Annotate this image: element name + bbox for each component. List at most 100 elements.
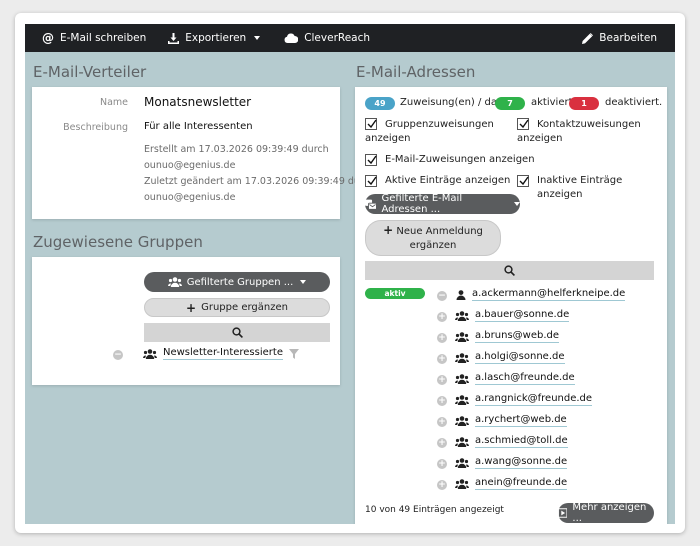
active-entries-checkbox[interactable] (365, 175, 377, 187)
group-assignments-label: Gruppenzuweisungen anzeigen (365, 118, 494, 146)
add-email-icon[interactable]: + (437, 459, 447, 469)
email-link[interactable]: anein@freunde.de (475, 477, 568, 490)
active-count-badge: 7 (495, 97, 525, 110)
users-icon (455, 310, 469, 321)
created-line-2: ounuo@egenius.de (144, 160, 236, 171)
list-item: a.schmied@toll.de (455, 435, 568, 448)
total-count-badge: 49 (365, 97, 395, 110)
email-assignments-checkbox[interactable] (365, 154, 377, 166)
users-icon (455, 331, 469, 342)
remove-group-icon[interactable]: − (113, 350, 123, 360)
filtered-addresses-label: Gefilterte E-Mail Adressen ... (381, 193, 463, 215)
new-signup-line-1-wrap: + Neue Anmeldung (383, 223, 483, 239)
add-email-icon[interactable]: + (437, 417, 447, 427)
contact-assignments-checkbox[interactable] (517, 118, 529, 130)
email-addresses-panel: 49 Zuweisung(en) / davon 7 aktiviert, 1 … (355, 87, 667, 524)
name-value: Monatsnewsletter (144, 95, 252, 109)
email-link[interactable]: a.schmied@toll.de (475, 435, 568, 448)
pagination-text: 10 von 49 Einträgen angezeigt (365, 505, 504, 515)
filtered-groups-button[interactable]: Gefilterte Gruppen ... (144, 272, 330, 292)
check-icon (519, 119, 529, 129)
add-group-button[interactable]: + Gruppe ergänzen (144, 298, 330, 317)
export-label: Exportieren (185, 32, 247, 44)
chevron-down-icon (300, 280, 307, 284)
edit-button[interactable]: Bearbeiten (582, 32, 657, 44)
cleverreach-label: CleverReach (304, 32, 371, 44)
active-entries-label: Aktive Einträge anzeigen (385, 175, 511, 186)
list-item: a.bauer@sonne.de (455, 309, 570, 322)
list-item: a.rychert@web.de (455, 414, 567, 427)
email-link[interactable]: a.holgi@sonne.de (475, 351, 565, 364)
group-assignments-line-1: Gruppenzuweisungen (385, 119, 494, 130)
list-item: a.holgi@sonne.de (455, 351, 565, 364)
users-icon (455, 352, 469, 363)
email-link[interactable]: a.rangnick@freunde.de (475, 393, 593, 406)
users-icon (143, 348, 157, 359)
add-email-icon[interactable]: + (437, 354, 447, 364)
list-item: a.ackermann@helferkneipe.de (456, 288, 626, 301)
play-icon (558, 508, 568, 518)
filtered-addresses-button[interactable]: Gefilterte E-Mail Adressen ... (365, 193, 520, 215)
add-group-label: Gruppe ergänzen (201, 302, 288, 313)
main-content: E-Mail-Verteiler E-Mail-Adressen Name Mo… (25, 52, 675, 524)
users-icon (455, 478, 469, 489)
check-icon (367, 155, 377, 165)
add-email-icon[interactable]: + (437, 396, 447, 406)
inactive-entries-checkbox[interactable] (517, 175, 529, 187)
cloud-icon (284, 33, 299, 43)
email-link[interactable]: a.wang@sonne.de (475, 456, 568, 469)
contact-assignments-line-2: anzeigen (517, 133, 563, 144)
inactive-count-badge: 1 (569, 97, 599, 110)
contact-assignments-line-1: Kontaktzuweisungen (537, 119, 641, 130)
plus-icon: + (186, 300, 197, 315)
email-link[interactable]: a.bruns@web.de (475, 330, 560, 343)
export-dropdown[interactable]: Exportieren (168, 32, 261, 44)
filtered-groups-label: Gefilterte Gruppen ... (186, 276, 294, 288)
add-email-icon[interactable]: + (437, 333, 447, 343)
new-signup-button[interactable]: + Neue Anmeldung ergänzen (365, 220, 501, 256)
pencil-icon (582, 32, 594, 44)
chevron-down-icon (514, 202, 520, 206)
addresses-search-button[interactable] (365, 261, 654, 280)
list-item: anein@freunde.de (455, 477, 568, 490)
email-link[interactable]: a.rychert@web.de (475, 414, 567, 427)
groups-search-button[interactable] (144, 323, 330, 342)
at-icon: @ (42, 31, 54, 45)
inactive-text: deaktiviert. (605, 97, 663, 108)
email-assignments-label: E-Mail-Zuweisungen anzeigen (385, 154, 535, 165)
check-icon (367, 176, 377, 186)
check-icon (367, 119, 377, 129)
groups-title: Zugewiesene Gruppen (33, 233, 203, 251)
name-label: Name (99, 97, 128, 108)
distributor-title: E-Mail-Verteiler (33, 63, 147, 81)
search-icon (231, 327, 243, 338)
filter-icon[interactable] (288, 348, 299, 359)
check-icon (519, 176, 529, 186)
remove-email-icon[interactable]: − (437, 291, 447, 301)
new-signup-line-2: ergänzen (409, 240, 457, 251)
group-link[interactable]: Newsletter-Interessierte (163, 347, 283, 360)
created-info: Erstellt am 17.03.2026 09:39:49 durch ou… (144, 142, 375, 206)
add-email-icon[interactable]: + (437, 375, 447, 385)
contact-assignments-label: Kontaktzuweisungen anzeigen (517, 118, 641, 146)
search-icon (504, 265, 515, 276)
add-email-icon[interactable]: + (437, 480, 447, 490)
cleverreach-button[interactable]: CleverReach (284, 32, 370, 44)
add-email-icon[interactable]: + (437, 438, 447, 448)
show-more-label: Mehr anzeigen ... (572, 502, 647, 524)
users-icon (455, 415, 469, 426)
email-link[interactable]: a.bauer@sonne.de (475, 309, 570, 322)
assigned-groups-panel: Gefilterte Gruppen ... + Gruppe ergänzen… (32, 257, 340, 385)
email-link[interactable]: a.lasch@freunde.de (475, 372, 575, 385)
changed-line-1: Zuletzt geändert am 17.03.2026 09:39:49 … (144, 176, 375, 187)
chevron-down-icon (254, 36, 261, 40)
distributor-details-panel: Name Monatsnewsletter Beschreibung Für a… (32, 87, 375, 219)
add-email-icon[interactable]: + (437, 312, 447, 322)
users-icon (167, 277, 182, 287)
email-link[interactable]: a.ackermann@helferkneipe.de (472, 288, 626, 301)
write-email-button[interactable]: @ E-Mail schreiben (42, 31, 146, 45)
status-badge-aktiv: aktiv (365, 288, 425, 299)
group-assignments-checkbox[interactable] (365, 118, 377, 130)
show-more-button[interactable]: Mehr anzeigen ... (558, 502, 654, 524)
group-item: Newsletter-Interessierte (143, 347, 299, 360)
